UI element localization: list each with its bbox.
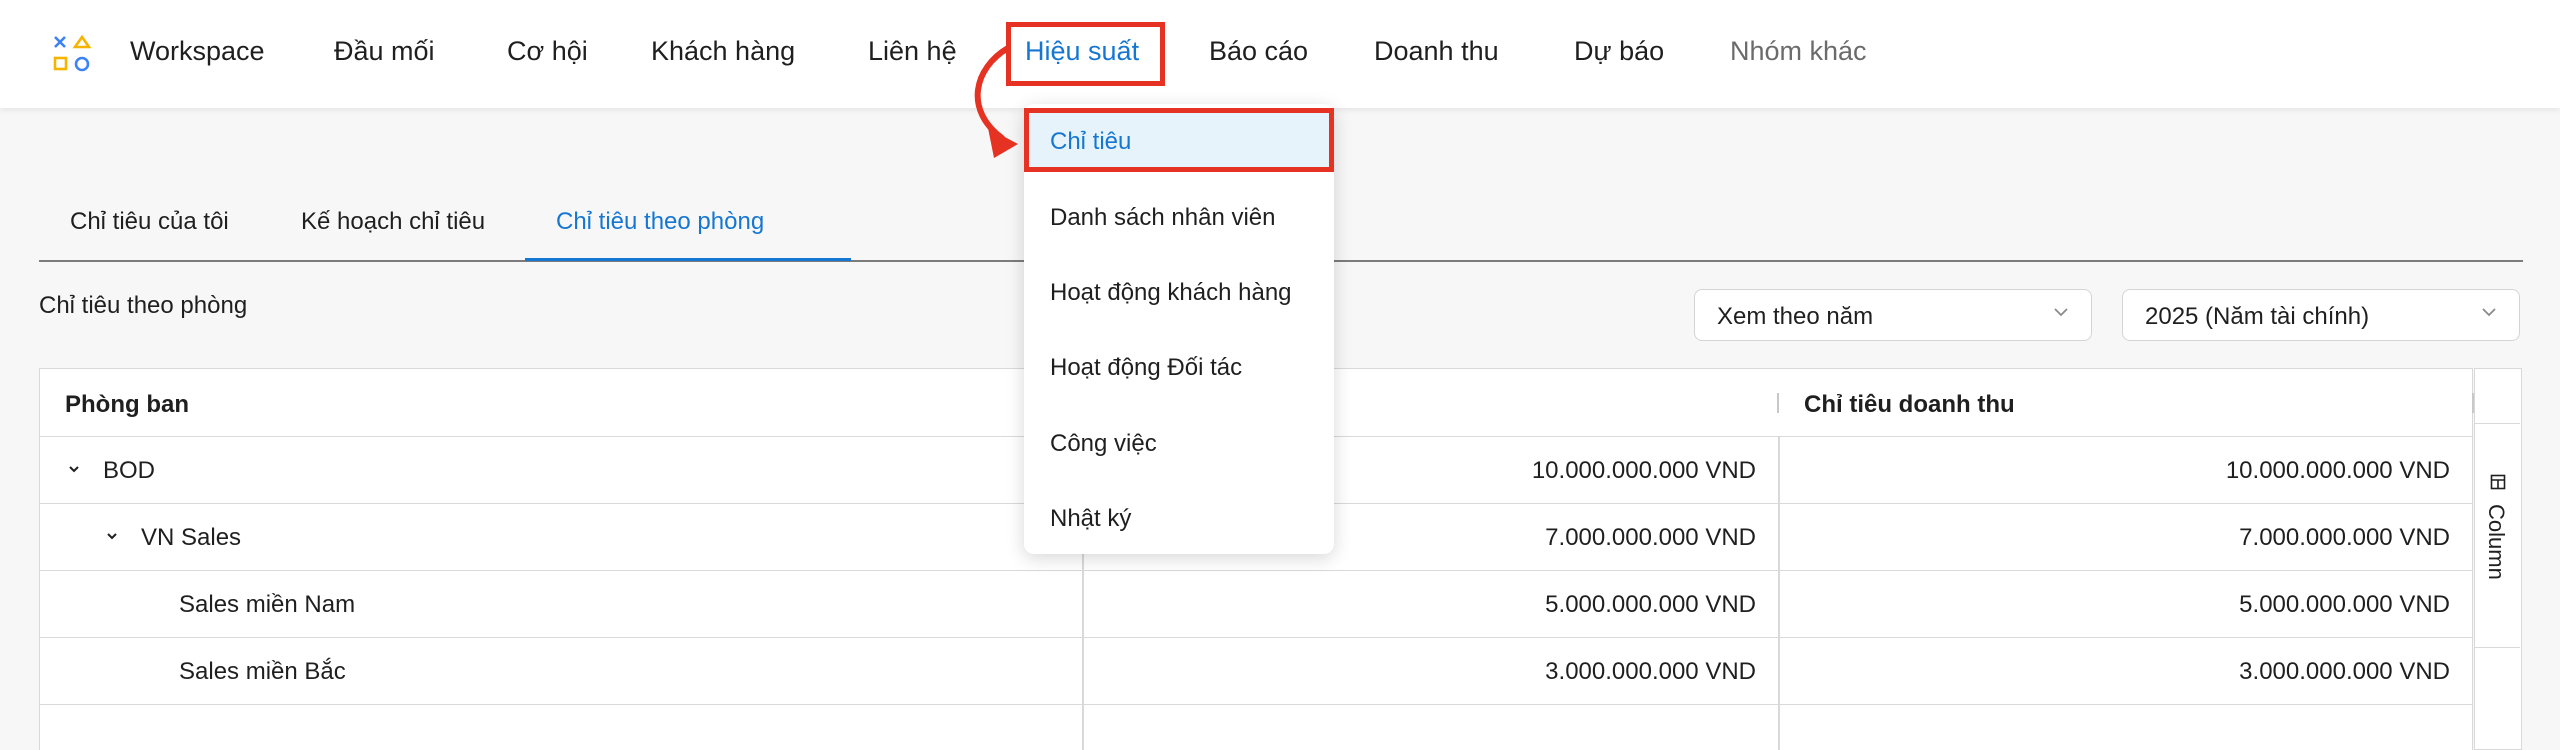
chevron-down-icon [2054,308,2068,317]
column-side-panel: Column [2474,368,2522,750]
row-name: Sales miền Nam [179,591,356,618]
nav-lien-he[interactable]: Liên hệ [868,36,957,67]
table-row[interactable]: Sales miền Bắc 3.000.000.000 VND 3.000.0… [40,638,2472,705]
row-col2-value: 7.000.000.000 VND [1545,524,1756,551]
tab-ke-hoach-chi-tieu[interactable]: Kế hoạch chỉ tiêu [301,208,485,236]
nav-dau-moi[interactable]: Đầu mối [334,36,435,67]
menu-highlight-box [1024,108,1334,172]
column-panel-label: Column [2484,504,2509,580]
menu-item-danh-sach-nhan-vien[interactable]: Danh sách nhân viên [1024,186,1334,248]
header-chi-tieu-doanh-thu[interactable]: Chỉ tiêu doanh thu [1804,391,2015,419]
row-name: Sales miền Bắc [179,658,346,685]
tab-chi-tieu-theo-phong[interactable]: Chỉ tiêu theo phòng [556,208,764,236]
nav-khach-hang[interactable]: Khách hàng [651,36,795,67]
nav-du-bao[interactable]: Dự báo [1574,36,1664,67]
menu-item-nhat-ky[interactable]: Nhật ký [1024,487,1334,549]
row-name: BOD [103,457,156,484]
chevron-down-icon[interactable] [66,461,82,477]
menu-item-cong-viec[interactable]: Công việc [1024,412,1334,474]
nav-nhom-khac[interactable]: Nhóm khác [1730,36,1867,67]
nav-co-hoi[interactable]: Cơ hội [507,36,588,67]
nav-doanh-thu[interactable]: Doanh thu [1374,36,1499,67]
row-col2-value: 5.000.000.000 VND [1545,591,1756,618]
year-select[interactable]: 2025 (Năm tài chính) [2122,289,2520,341]
row-col2-value: 3.000.000.000 VND [1545,658,1756,685]
row-col2-value: 10.000.000.000 VND [1531,457,1756,484]
year-value: 2025 (Năm tài chính) [2145,303,2370,330]
app-logo-icon[interactable] [52,34,92,74]
row-name: VN Sales [141,524,242,551]
view-mode-value: Xem theo năm [1717,303,1874,330]
chevron-down-icon [2482,308,2496,317]
view-mode-select[interactable]: Xem theo năm [1694,289,2092,341]
table-row[interactable]: Sales miền Nam 5.000.000.000 VND 5.000.0… [40,571,2472,638]
section-title: Chỉ tiêu theo phòng [39,292,248,319]
row-revenue-value: 7.000.000.000 VND [2239,524,2450,551]
nav-workspace[interactable]: Workspace [130,36,265,67]
row-revenue-value: 10.000.000.000 VND [2225,457,2450,484]
menu-item-hoat-dong-khach-hang[interactable]: Hoạt động khách hàng [1024,261,1334,323]
nav-bao-cao[interactable]: Báo cáo [1209,36,1308,67]
annotation-arrow-icon [974,45,1018,158]
menu-item-hoat-dong-doi-tac[interactable]: Hoạt động Đối tác [1024,336,1334,398]
columns-icon [2490,474,2506,490]
column-resize-handle[interactable] [1777,393,1779,413]
top-navigation: Workspace Đầu mối Cơ hội Khách hàng Liên… [0,0,2560,108]
active-tab-indicator [525,258,851,261]
row-revenue-value: 5.000.000.000 VND [2239,591,2450,618]
tab-chi-tieu-cua-toi[interactable]: Chỉ tiêu của tôi [70,208,229,236]
row-revenue-value: 3.000.000.000 VND [2239,658,2450,685]
chevron-down-icon[interactable] [104,528,120,544]
header-phong-ban[interactable]: Phòng ban [65,391,189,419]
column-panel-toggle[interactable]: Column [2475,423,2520,648]
